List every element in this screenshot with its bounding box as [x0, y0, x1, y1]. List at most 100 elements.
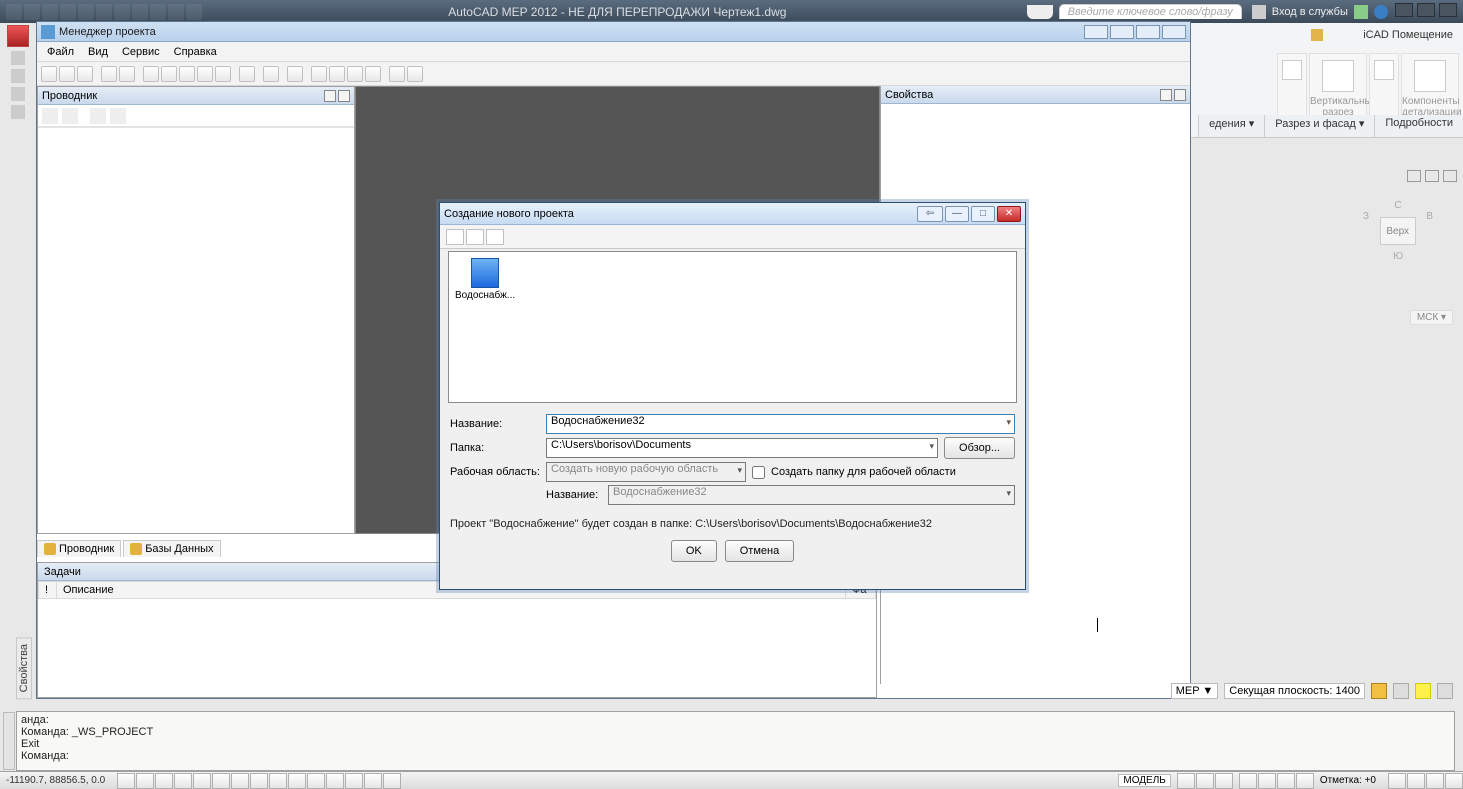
cmd-grip[interactable] — [3, 712, 15, 770]
pm-minimize-button[interactable] — [1110, 25, 1134, 39]
pm-tool[interactable] — [41, 66, 57, 82]
dlg-titlebar[interactable]: Создание нового проекта ⇦ — □ ✕ — [440, 203, 1025, 225]
status-toggle[interactable] — [1239, 773, 1257, 789]
browse-button[interactable]: Обзор... — [944, 437, 1015, 459]
tool-icon[interactable] — [1393, 683, 1409, 699]
template-item[interactable]: Водоснабж... — [455, 258, 515, 301]
tab-databases[interactable]: Базы Данных — [123, 540, 220, 557]
status-toggle[interactable] — [307, 773, 325, 789]
explorer-tool[interactable] — [90, 108, 106, 124]
template-list[interactable]: Водоснабж... — [448, 251, 1017, 403]
palette-icon[interactable] — [11, 105, 25, 119]
command-line[interactable]: анда: Команда: _WS_PROJECT Exit Команда: — [16, 711, 1455, 771]
status-toggle[interactable] — [193, 773, 211, 789]
minimize-button[interactable] — [1395, 3, 1413, 17]
viewcube-n[interactable]: С — [1353, 200, 1443, 211]
wcs-badge[interactable]: МСК ▾ — [1410, 310, 1453, 325]
qat-btn[interactable] — [42, 4, 58, 20]
pm-tool[interactable] — [263, 66, 279, 82]
palette-icon[interactable] — [11, 69, 25, 83]
doc-close-button[interactable] — [1443, 170, 1457, 182]
name-input[interactable]: Водоснабжение32 — [546, 414, 1015, 434]
pm-close-button[interactable] — [1162, 25, 1186, 39]
ribbon-panel-tab[interactable]: Разрез и фасад ▾ — [1264, 115, 1374, 137]
pm-tool[interactable] — [179, 66, 195, 82]
workspace-icon[interactable] — [1311, 29, 1323, 41]
status-toggle[interactable] — [269, 773, 287, 789]
pm-tool[interactable] — [365, 66, 381, 82]
pm-titlebar[interactable]: Менеджер проекта — [37, 22, 1190, 42]
workspace-select[interactable]: Создать новую рабочую область — [546, 462, 746, 482]
close-icon[interactable] — [338, 90, 350, 102]
palette-icon[interactable] — [11, 87, 25, 101]
status-toggle[interactable] — [345, 773, 363, 789]
status-toggle[interactable] — [1258, 773, 1276, 789]
viewcube-top[interactable]: Верх — [1380, 217, 1416, 245]
cmd-prompt[interactable]: Команда: — [21, 750, 1450, 762]
dlg-maximize-button[interactable]: □ — [971, 206, 995, 222]
dlg-close-button[interactable]: ✕ — [997, 206, 1021, 222]
status-toggle[interactable] — [1177, 773, 1195, 789]
qat-btn[interactable] — [114, 4, 130, 20]
pin-icon[interactable] — [324, 90, 336, 102]
viewcube-s[interactable]: Ю — [1353, 251, 1443, 262]
dlg-back-button[interactable]: ⇦ — [917, 206, 943, 222]
close-icon[interactable] — [1174, 89, 1186, 101]
status-toggle[interactable] — [136, 773, 154, 789]
status-toggle[interactable] — [1196, 773, 1214, 789]
cutplane-readout[interactable]: Секущая плоскость: 1400 — [1224, 683, 1365, 699]
view-large-icons[interactable] — [446, 229, 464, 245]
status-toggle[interactable] — [155, 773, 173, 789]
pm-tool[interactable] — [119, 66, 135, 82]
tab-explorer[interactable]: Проводник — [37, 540, 121, 557]
qat-btn[interactable] — [6, 4, 22, 20]
qat-btn[interactable] — [96, 4, 112, 20]
palette-icon[interactable] — [11, 51, 25, 65]
pm-tool[interactable] — [311, 66, 327, 82]
workspace-folder-checkbox[interactable] — [752, 466, 765, 479]
pm-tool[interactable] — [101, 66, 117, 82]
pm-tool[interactable] — [389, 66, 405, 82]
restore-button[interactable] — [1417, 3, 1435, 17]
pm-tool[interactable] — [287, 66, 303, 82]
qat-btn[interactable] — [78, 4, 94, 20]
status-toggle[interactable] — [1445, 773, 1463, 789]
status-toggle[interactable] — [1407, 773, 1425, 789]
explorer-tool[interactable] — [110, 108, 126, 124]
viewcube-w[interactable]: З — [1363, 211, 1369, 251]
pin-icon[interactable] — [1160, 89, 1172, 101]
close-button[interactable] — [1439, 3, 1457, 17]
status-toggle[interactable] — [250, 773, 268, 789]
pm-tool[interactable] — [197, 66, 213, 82]
coords-readout[interactable]: -11190.7, 88856.5, 0.0 — [0, 775, 111, 786]
pm-menu-view[interactable]: Вид — [88, 46, 108, 58]
help-icon[interactable] — [1374, 5, 1388, 19]
pm-tool[interactable] — [143, 66, 159, 82]
ribbon-panel-tab[interactable]: Подробности — [1374, 115, 1463, 137]
status-toggle[interactable] — [212, 773, 230, 789]
status-toggle[interactable] — [231, 773, 249, 789]
pm-menu-service[interactable]: Сервис — [122, 46, 160, 58]
status-toggle[interactable] — [288, 773, 306, 789]
bulb-icon[interactable] — [1415, 683, 1431, 699]
pm-tool[interactable] — [59, 66, 75, 82]
bulb-icon[interactable] — [1371, 683, 1387, 699]
pm-tool[interactable] — [161, 66, 177, 82]
elevation-readout[interactable]: Отметка: +0 — [1314, 775, 1382, 786]
view-list[interactable] — [486, 229, 504, 245]
status-toggle[interactable] — [174, 773, 192, 789]
view-small-icons[interactable] — [466, 229, 484, 245]
mep-dropdown[interactable]: MEP ▼ — [1171, 683, 1219, 699]
explorer-tree[interactable] — [38, 127, 354, 533]
sign-in-link[interactable]: Вход в службы — [1272, 6, 1348, 18]
model-space-button[interactable]: МОДЕЛЬ — [1118, 774, 1170, 787]
qat-btn[interactable] — [186, 4, 202, 20]
col-flag[interactable]: ! — [39, 582, 57, 599]
folder-input[interactable]: C:\Users\borisov\Documents — [546, 438, 938, 458]
properties-palette-tab[interactable]: Свойства — [16, 637, 32, 699]
ok-button[interactable]: OK — [671, 540, 717, 562]
qat-btn[interactable] — [24, 4, 40, 20]
pm-menu-help[interactable]: Справка — [174, 46, 217, 58]
pm-menu-file[interactable]: Файл — [47, 46, 74, 58]
pm-maximize-button[interactable] — [1136, 25, 1160, 39]
